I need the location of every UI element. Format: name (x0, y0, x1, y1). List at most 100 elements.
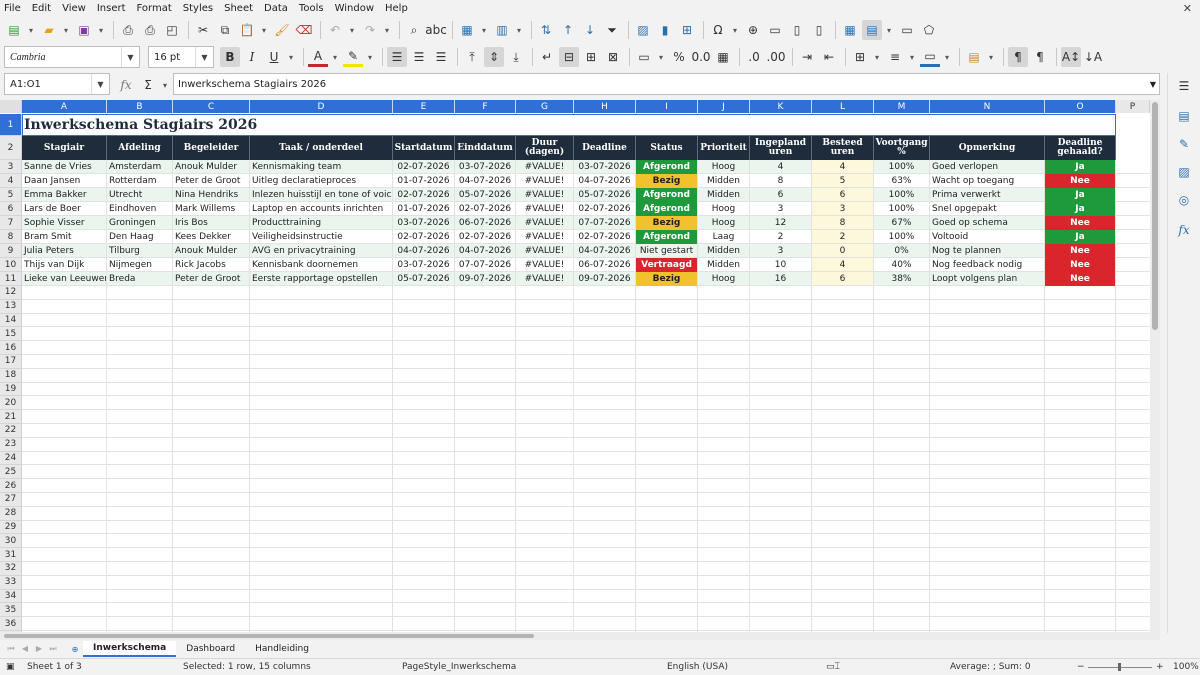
insert-image-icon[interactable]: ▨ (633, 20, 653, 40)
table-cell[interactable]: 67% (874, 216, 929, 230)
hyperlink-icon[interactable]: ⊕ (743, 20, 763, 40)
insert-chart-icon[interactable]: ▮ (655, 20, 675, 40)
table-cell[interactable]: Ja (1045, 188, 1115, 202)
row-header[interactable]: 2 (0, 136, 22, 160)
column-header-c[interactable]: C (173, 100, 250, 113)
merge-center-icon[interactable]: ⊟ (559, 47, 579, 67)
table-cell[interactable]: Tilburg (107, 244, 172, 258)
table-cell[interactable]: Eindhoven (107, 202, 172, 216)
table-cell[interactable]: 100% (874, 202, 929, 216)
sum-icon[interactable]: Σ (138, 75, 158, 95)
table-cell[interactable]: Midden (698, 174, 749, 188)
chevron-down-icon[interactable]: ▾ (884, 20, 894, 40)
table-cell[interactable]: Nee (1045, 174, 1115, 188)
menu-item-data[interactable]: Data (264, 3, 288, 14)
table-cell[interactable]: Midden (698, 188, 749, 202)
table-cell[interactable]: Voltooid (930, 230, 1044, 244)
new-document-icon[interactable]: ▤ (4, 20, 24, 40)
italic-icon[interactable]: I (242, 47, 262, 67)
chevron-down-icon[interactable]: ▾ (286, 47, 296, 67)
special-character-icon[interactable]: Ω (708, 20, 728, 40)
row-header[interactable]: 15 (0, 327, 22, 342)
table-cell[interactable]: Julia Peters (22, 244, 106, 258)
borders-icon[interactable]: ⊞ (850, 47, 870, 67)
table-cell[interactable]: Midden (698, 244, 749, 258)
column-title[interactable]: Startdatum (393, 136, 455, 160)
table-cell[interactable]: 63% (874, 174, 929, 188)
zoom-level[interactable]: 100% (1173, 662, 1199, 672)
table-cell[interactable]: 04-07-2026 (574, 244, 635, 258)
table-cell[interactable]: Anouk Mulder (173, 244, 249, 258)
sheet-title[interactable]: Inwerkschema Stagiairs 2026 (22, 114, 1116, 136)
split-window-icon[interactable]: ▤ (862, 20, 882, 40)
menu-item-styles[interactable]: Styles (183, 3, 213, 14)
row-header[interactable]: 24 (0, 451, 22, 466)
row-header[interactable]: 35 (0, 603, 22, 618)
table-cell[interactable]: 09-07-2026 (455, 272, 515, 286)
row-header[interactable]: 17 (0, 355, 22, 369)
table-cell[interactable]: Rotterdam (107, 174, 172, 188)
navigator-icon[interactable]: ◎ (1175, 191, 1193, 209)
define-print-area-icon[interactable]: ▯ (809, 20, 829, 40)
row-header[interactable]: 25 (0, 465, 22, 480)
column-title[interactable]: Ingepland uren (750, 136, 812, 160)
table-cell[interactable]: 01-07-2026 (393, 174, 454, 188)
tab-handleiding[interactable]: Handleiding (245, 641, 319, 657)
align-top-icon[interactable]: ⤒ (462, 47, 482, 67)
row-header[interactable]: 7 (0, 216, 22, 230)
table-cell[interactable]: 100% (874, 230, 929, 244)
table-cell[interactable]: Vertraagd (636, 258, 697, 272)
row-header[interactable]: 16 (0, 341, 22, 355)
chevron-down-icon[interactable]: ▾ (160, 75, 170, 95)
headers-footers-icon[interactable]: ▯ (787, 20, 807, 40)
sort-descending-icon[interactable]: ↓ (580, 20, 600, 40)
table-cell[interactable]: Eerste rapportage opstellen (250, 272, 392, 286)
row-header[interactable]: 5 (0, 188, 22, 202)
row-header[interactable]: 28 (0, 506, 22, 521)
vertical-scrollbar[interactable] (1150, 100, 1160, 632)
table-cell[interactable]: 06-07-2026 (455, 216, 515, 230)
column-header-p[interactable]: P (1116, 100, 1150, 113)
table-cell[interactable]: 02-07-2026 (574, 230, 635, 244)
table-cell[interactable]: Afgerond (636, 202, 697, 216)
table-cell[interactable]: Den Haag (107, 230, 172, 244)
table-cell[interactable]: 02-07-2026 (455, 230, 515, 244)
formula-input[interactable]: Inwerkschema Stagiairs 2026 (173, 73, 1160, 95)
column-header-m[interactable]: M (874, 100, 930, 113)
shapes-icon[interactable]: ⬠ (919, 20, 939, 40)
close-document-icon[interactable]: ✕ (1183, 2, 1192, 15)
chevron-down-icon[interactable]: ▾ (514, 20, 524, 40)
row-header[interactable]: 29 (0, 520, 22, 535)
zoom-out-icon[interactable]: − (1077, 662, 1085, 672)
table-cell[interactable]: Mark Willems (173, 202, 249, 216)
table-cell[interactable]: Bezig (636, 216, 697, 230)
table-cell[interactable]: 03-07-2026 (393, 258, 454, 272)
table-cell[interactable]: Amsterdam (107, 160, 172, 174)
show-draw-functions-icon[interactable]: ▭ (897, 20, 917, 40)
styles-icon[interactable]: ✎ (1175, 135, 1193, 153)
border-style-icon[interactable]: ≡ (885, 47, 905, 67)
table-cell[interactable]: 05-07-2026 (455, 188, 515, 202)
table-cell[interactable]: Bezig (636, 174, 697, 188)
column-header-h[interactable]: H (574, 100, 636, 113)
horizontal-scrollbar[interactable] (0, 632, 1160, 640)
conditional-format-icon[interactable]: ▤ (964, 47, 984, 67)
function-wizard-icon[interactable]: fx (116, 75, 136, 95)
column-header-a[interactable]: A (22, 100, 107, 113)
table-cell[interactable]: #VALUE! (516, 160, 573, 174)
row-header[interactable]: 32 (0, 562, 22, 576)
highlight-color-icon[interactable]: ✎ (343, 47, 363, 67)
table-cell[interactable]: 02-07-2026 (393, 160, 454, 174)
table-cell[interactable]: 03-07-2026 (393, 216, 454, 230)
table-cell[interactable]: 4 (750, 160, 811, 174)
column-title[interactable]: Deadline (574, 136, 636, 160)
column-title[interactable]: Duur (dagen) (516, 136, 574, 160)
table-cell[interactable]: 100% (874, 188, 929, 202)
menu-item-edit[interactable]: Edit (32, 3, 51, 14)
table-cell[interactable]: Thijs van Dijk (22, 258, 106, 272)
table-cell[interactable]: Kennisbank doornemen (250, 258, 392, 272)
row-header[interactable]: 1 (0, 114, 22, 136)
table-cell[interactable]: Ja (1045, 230, 1115, 244)
spelling-icon[interactable]: abc (425, 20, 447, 40)
table-cell[interactable]: 8 (812, 216, 873, 230)
